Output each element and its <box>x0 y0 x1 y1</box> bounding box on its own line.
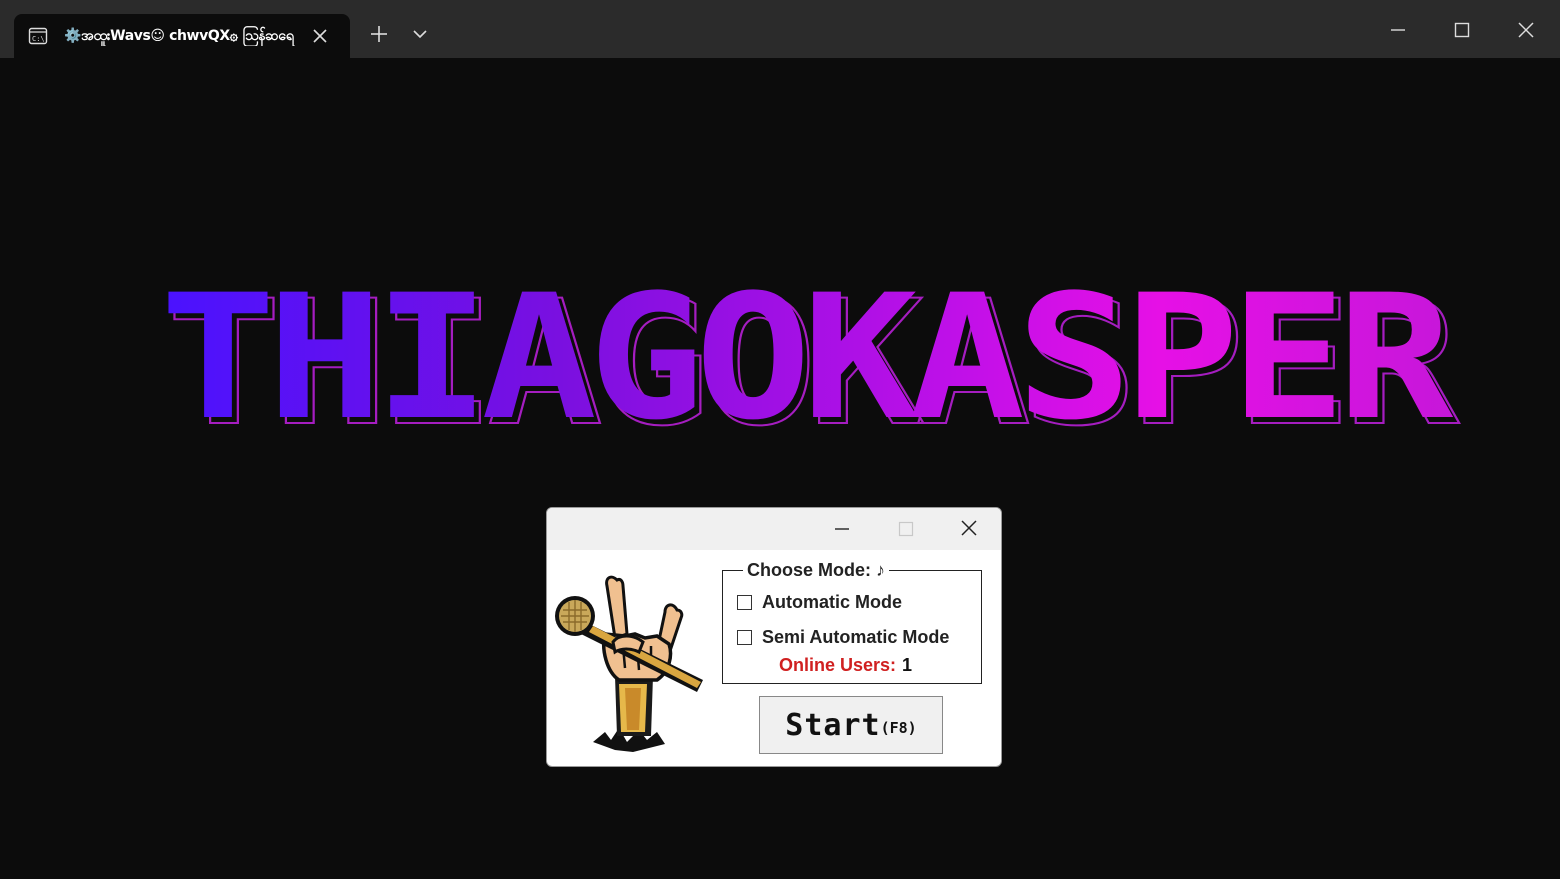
maximize-icon[interactable] <box>1442 10 1482 50</box>
online-users-status: Online Users: 1 <box>779 655 912 676</box>
banner-text: THIAGOKASPER <box>160 272 1493 444</box>
ascii-banner: THIAGOKASPER THIAGOKASPER <box>160 272 1460 451</box>
dialog-close-icon[interactable] <box>955 516 983 542</box>
tab-close-icon[interactable] <box>310 26 330 46</box>
mode-groupbox: Choose Mode: ♪ Automatic Mode Semi Autom… <box>722 559 982 684</box>
terminal-window: C:\ ⚙️အထူးWavs☺ chwvQX۞ ဩန်ဆရေ THIAGOKAS… <box>0 0 1560 879</box>
console-icon: C:\ <box>28 26 48 46</box>
automatic-mode-label: Automatic Mode <box>762 591 903 612</box>
terminal-tab[interactable]: C:\ ⚙️အထူးWavs☺ chwvQX۞ ဩန်ဆရေ <box>14 14 350 58</box>
minimize-icon[interactable] <box>1378 10 1418 50</box>
start-button-label: Start <box>785 707 881 743</box>
semi-automatic-mode-checkbox[interactable] <box>737 629 752 645</box>
dialog-minimize-icon[interactable] <box>828 516 856 542</box>
start-button[interactable]: Start (F8) <box>759 696 943 754</box>
dialog-maximize-icon <box>891 516 919 542</box>
online-users-count: 1 <box>902 655 913 675</box>
microphone-rock-hand-icon <box>553 564 713 756</box>
chevron-down-icon[interactable] <box>408 22 432 46</box>
svg-text:C:\: C:\ <box>32 35 45 43</box>
online-users-label: Online Users: <box>779 655 897 675</box>
start-hotkey-label: (F8) <box>880 719 917 737</box>
close-icon[interactable] <box>1506 10 1546 50</box>
plus-icon[interactable] <box>367 22 391 46</box>
automatic-mode-option[interactable]: Automatic Mode <box>737 591 902 613</box>
title-bar: C:\ ⚙️အထူးWavs☺ chwvQX۞ ဩန်ဆရေ <box>0 0 1560 58</box>
semi-automatic-mode-option[interactable]: Semi Automatic Mode <box>737 626 949 648</box>
dialog-title-bar <box>547 508 1001 550</box>
semi-automatic-mode-label: Semi Automatic Mode <box>762 626 950 647</box>
automatic-mode-checkbox[interactable] <box>737 594 752 610</box>
tab-title: ⚙️အထူးWavs☺ chwvQX۞ ဩန်ဆရေ <box>64 28 294 44</box>
mode-dialog: Choose Mode: ♪ Automatic Mode Semi Autom… <box>546 507 1002 767</box>
group-title: Choose Mode: ♪ <box>743 559 889 581</box>
